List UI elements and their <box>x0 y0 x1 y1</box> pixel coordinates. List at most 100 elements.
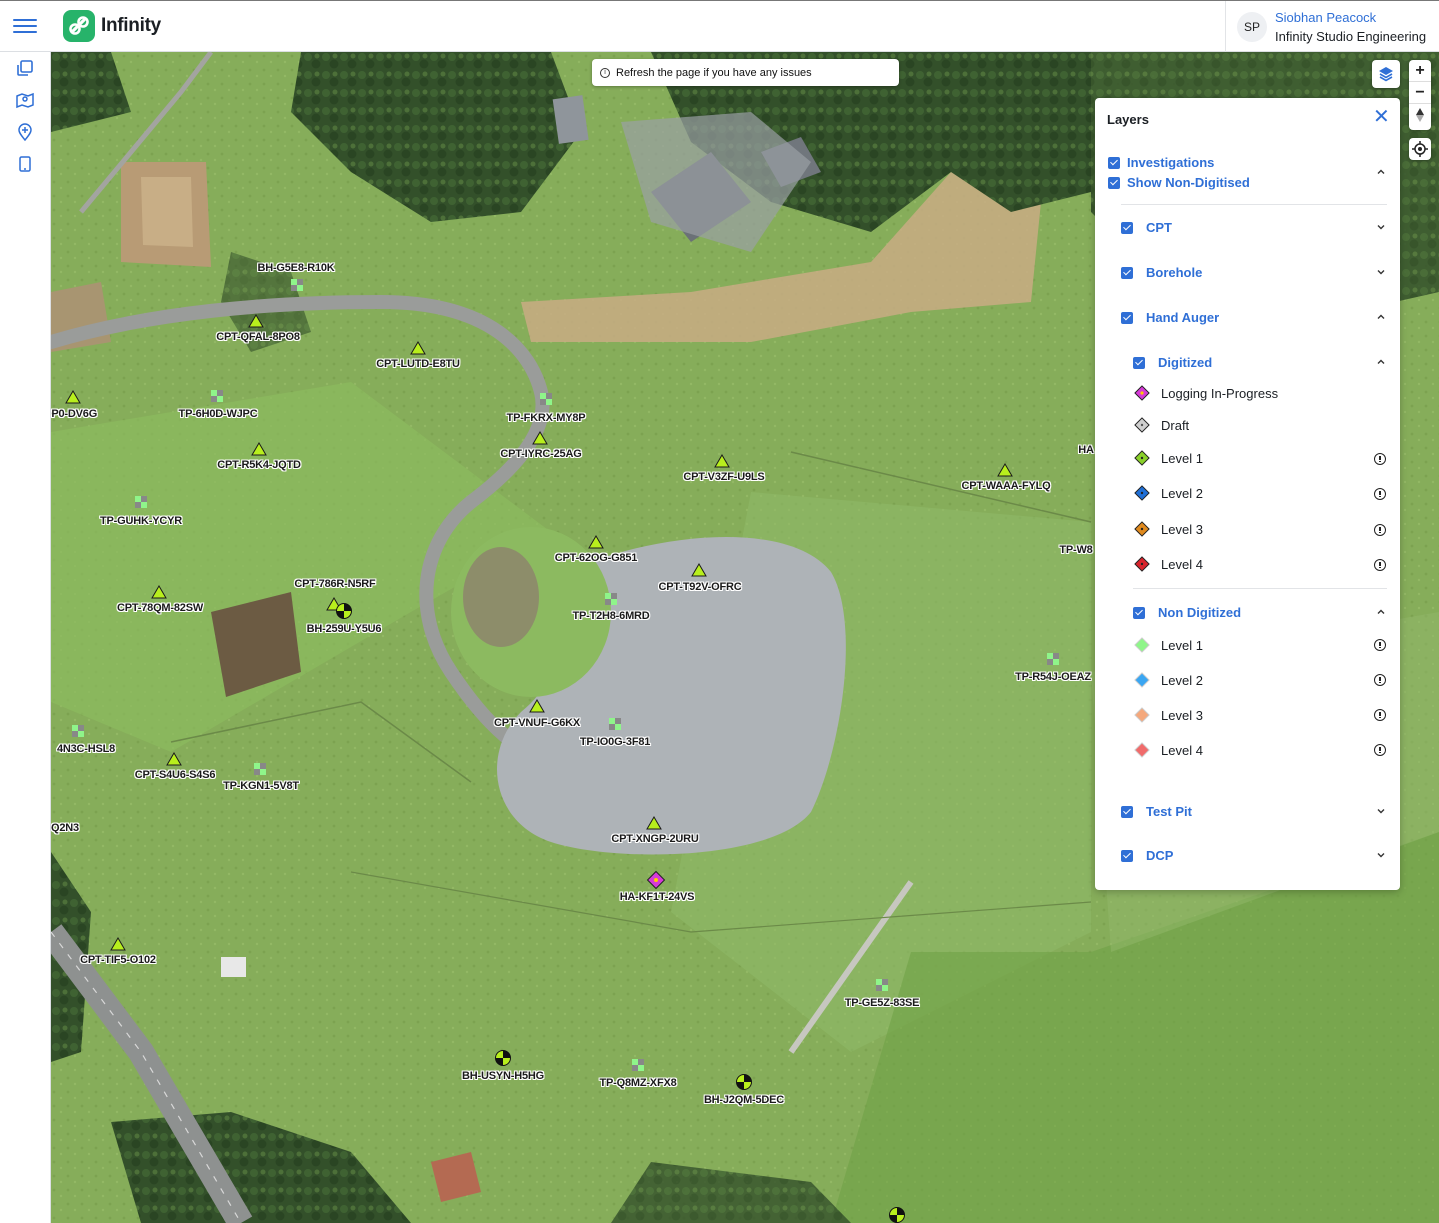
chevron-down-icon[interactable] <box>1376 850 1386 860</box>
tablet-icon[interactable] <box>15 154 35 174</box>
locate-button[interactable] <box>1409 138 1431 160</box>
info-icon[interactable] <box>1374 744 1386 756</box>
legend-label: Level 2 <box>1161 672 1203 688</box>
test-pit-toggle[interactable]: Test Pit <box>1121 804 1192 819</box>
marker-label[interactable]: BH-G5E8-R10K <box>257 262 334 274</box>
marker-label[interactable]: BH-J2QM-5DEC <box>704 1094 784 1106</box>
marker-label[interactable]: TP-T2H8-6MRD <box>572 610 649 622</box>
checkbox[interactable] <box>1121 805 1133 818</box>
zoom-out-button[interactable]: − <box>1409 82 1431 104</box>
legend-item-level-1[interactable]: Level 1 <box>1133 449 1203 467</box>
digitized-toggle[interactable]: Digitized <box>1133 355 1212 370</box>
legend-item-draft[interactable]: Draft <box>1133 416 1189 434</box>
checkbox[interactable] <box>1133 606 1145 619</box>
compass-button[interactable] <box>1409 104 1431 126</box>
marker-label[interactable]: TP-FKRX-MY8P <box>507 412 586 424</box>
marker-label[interactable]: CPT-786R-N5RF <box>294 578 375 590</box>
diamond-marker-icon <box>1134 556 1150 572</box>
digitized-label: Digitized <box>1158 355 1213 370</box>
marker-label[interactable]: TP-GE5Z-83SE <box>845 997 920 1009</box>
chevron-down-icon[interactable] <box>1376 267 1386 277</box>
legend-item-nd-level-1[interactable]: Level 1 <box>1133 636 1203 654</box>
hand-auger-toggle[interactable]: Hand Auger <box>1121 310 1219 325</box>
checkbox[interactable] <box>1121 266 1133 279</box>
info-icon[interactable] <box>1374 453 1386 465</box>
checkbox[interactable] <box>1121 849 1133 862</box>
marker-label[interactable]: CPT-TIF5-O102 <box>80 954 156 966</box>
checkbox[interactable] <box>1133 356 1145 369</box>
legend-item-level-4[interactable]: Level 4 <box>1133 555 1203 573</box>
chevron-up-icon[interactable] <box>1376 312 1386 322</box>
layers-toggle-button[interactable] <box>1372 60 1400 88</box>
diamond-marker-icon <box>1134 672 1150 688</box>
close-icon[interactable]: ✕ <box>1373 107 1391 127</box>
marker-label[interactable]: TP-GUHK-YCYR <box>100 515 182 527</box>
marker-label[interactable]: TP-6H0D-WJPC <box>179 408 258 420</box>
ha-marker <box>646 870 666 890</box>
marker-label[interactable]: CPT-WAAA-FYLQ <box>961 480 1050 492</box>
marker-label[interactable]: TP-Q8MZ-XFX8 <box>599 1077 676 1089</box>
marker-label[interactable]: CPT-78QM-82SW <box>117 602 203 614</box>
add-location-icon[interactable] <box>15 122 35 142</box>
info-icon[interactable] <box>1374 488 1386 500</box>
marker-label[interactable]: CPT-QFAL-8PO8 <box>216 331 300 343</box>
legend-item-level-2[interactable]: Level 2 <box>1133 484 1203 502</box>
chevron-up-icon[interactable] <box>1376 357 1386 367</box>
map-pin-icon[interactable] <box>15 90 35 110</box>
marker-label[interactable]: CPT-S4U6-S4S6 <box>135 769 216 781</box>
legend-item-level-3[interactable]: Level 3 <box>1133 520 1203 538</box>
cpt-marker <box>248 314 264 328</box>
checkbox[interactable] <box>1121 311 1133 324</box>
marker-label[interactable]: TP-IO0G-3F81 <box>580 736 651 748</box>
marker-label[interactable]: CPT-62OG-G851 <box>555 552 638 564</box>
info-icon[interactable] <box>1374 639 1386 651</box>
marker-label[interactable]: TP-KGN1-5V8T <box>223 780 299 792</box>
marker-label[interactable]: BH-259U-Y5U6 <box>307 623 382 635</box>
user-menu[interactable]: SP Siobhan Peacock Infinity Studio Engin… <box>1225 1 1439 52</box>
menu-icon[interactable] <box>13 15 37 37</box>
chevron-down-icon[interactable] <box>1376 806 1386 816</box>
borehole-toggle[interactable]: Borehole <box>1121 265 1202 280</box>
investigations-toggle[interactable]: Investigations <box>1108 155 1214 170</box>
projects-icon[interactable] <box>15 58 35 78</box>
legend-item-nd-level-3[interactable]: Level 3 <box>1133 706 1203 724</box>
marker-label[interactable]: BH-USYN-H5HG <box>462 1070 544 1082</box>
marker-label[interactable]: 4N3C-HSL8 <box>57 743 115 755</box>
legend-item-logging-in-progress[interactable]: Logging In-Progress <box>1133 384 1278 402</box>
cpt-marker <box>410 341 426 355</box>
info-icon[interactable] <box>1374 524 1386 536</box>
dcp-toggle[interactable]: DCP <box>1121 848 1173 863</box>
marker-label[interactable]: CPT-XNGP-2URU <box>611 833 698 845</box>
chevron-up-icon[interactable] <box>1376 607 1386 617</box>
app-logo[interactable]: Infinity <box>63 10 161 42</box>
marker-label[interactable]: CPT-LUTD-E8TU <box>376 358 460 370</box>
checkbox[interactable] <box>1108 176 1120 189</box>
legend-item-nd-level-4[interactable]: Level 4 <box>1133 741 1203 759</box>
crosshair-icon <box>1412 141 1428 157</box>
marker-label[interactable]: TP-W8 <box>1059 544 1092 556</box>
marker-label[interactable]: CPT-IYRC-25AG <box>500 448 581 460</box>
marker-label[interactable]: CPT-R5K4-JQTD <box>217 459 301 471</box>
zoom-in-button[interactable]: + <box>1409 60 1431 82</box>
marker-label[interactable]: HA <box>1078 444 1094 456</box>
marker-label[interactable]: CPT-T92V-OFRC <box>659 581 742 593</box>
marker-label[interactable]: TP-R54J-OEAZ <box>1015 671 1091 683</box>
info-icon[interactable] <box>1374 709 1386 721</box>
checkbox[interactable] <box>1108 156 1120 169</box>
chevron-down-icon[interactable] <box>1376 222 1386 232</box>
chevron-up-icon[interactable] <box>1376 167 1386 177</box>
marker-label[interactable]: CPT-VNUF-G6KX <box>494 717 580 729</box>
borehole-label: Borehole <box>1146 265 1203 280</box>
checkbox[interactable] <box>1121 221 1133 234</box>
avatar[interactable]: SP <box>1237 12 1267 42</box>
info-icon[interactable] <box>1374 674 1386 686</box>
marker-label[interactable]: HA-KF1T-24VS <box>620 891 695 903</box>
marker-label[interactable]: CPT-V3ZF-U9LS <box>683 471 764 483</box>
legend-item-nd-level-2[interactable]: Level 2 <box>1133 671 1203 689</box>
marker-label[interactable]: Q2N3 <box>51 822 79 834</box>
cpt-toggle[interactable]: CPT <box>1121 220 1172 235</box>
info-icon[interactable] <box>1374 559 1386 571</box>
show-non-digitised-toggle[interactable]: Show Non-Digitised <box>1108 175 1250 190</box>
non-digitized-toggle[interactable]: Non Digitized <box>1133 605 1241 620</box>
marker-label[interactable]: L0P0-DV6G <box>51 408 97 420</box>
